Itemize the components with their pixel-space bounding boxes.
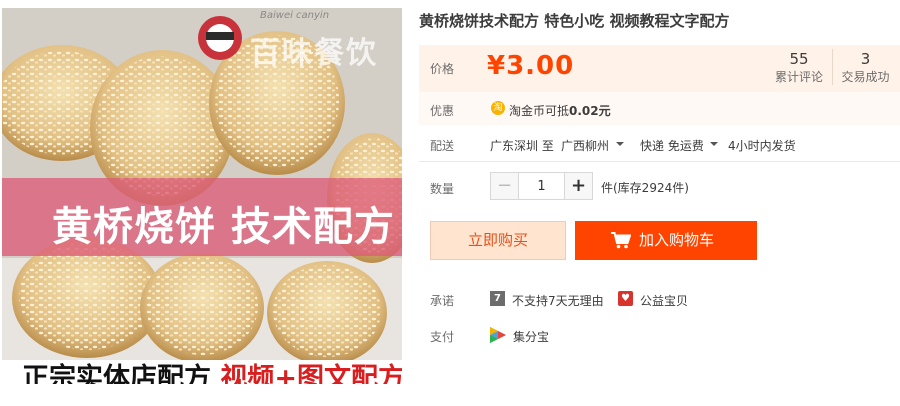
product-title: 黄桥烧饼技术配方 特色小吃 视频教程文字配方 — [419, 12, 730, 30]
shipping-row: 配送 广东深圳 至 广西柳州 快递 免运费 4小时内发货 — [419, 128, 900, 160]
cake-7 — [267, 261, 387, 365]
divider — [419, 161, 900, 162]
discount-box: 优惠 淘 淘金币可抵0.02元 — [419, 92, 900, 125]
cake-6 — [140, 253, 264, 363]
image-watermark: 百味餐饮 — [250, 36, 378, 71]
quantity-label: 数量 — [430, 182, 455, 196]
stock-text: 件(库存2924件) — [601, 181, 689, 195]
buy-now-button[interactable]: 立即购买 — [430, 221, 566, 260]
jifenbao-icon — [490, 327, 506, 343]
trades-count: 3 — [860, 50, 871, 68]
no-return-text[interactable]: 不支持7天无理由 — [512, 292, 604, 309]
price-value: ¥3.00 — [487, 51, 575, 81]
image-banner-text: 黄桥烧饼 技术配方 — [52, 204, 395, 250]
trades-label: 交易成功 — [841, 70, 890, 84]
cart-icon — [611, 232, 631, 249]
reviews-count: 55 — [789, 50, 809, 68]
seven-day-return-icon: 7 — [490, 291, 505, 306]
quantity-plus-button[interactable]: + — [564, 173, 592, 199]
shipping-method-select[interactable]: 快递 免运费 — [640, 137, 704, 154]
chevron-down-icon[interactable] — [710, 142, 718, 146]
add-to-cart-button[interactable]: 加入购物车 — [575, 221, 757, 260]
payment-method[interactable]: 集分宝 — [513, 328, 549, 345]
quantity-row: 数量 − + 件(库存2924件) — [419, 172, 900, 206]
chevron-down-icon[interactable] — [616, 142, 624, 146]
payment-label: 支付 — [430, 330, 455, 344]
shipping-label: 配送 — [430, 139, 455, 153]
charity-heart-icon: ♥ — [618, 291, 633, 306]
discount-label: 优惠 — [430, 104, 455, 118]
brand-logo — [198, 16, 242, 60]
price-box: 价格 ¥3.00 55 累计评论 3 交易成功 — [419, 45, 900, 92]
trades-stat: 3 交易成功 — [832, 49, 898, 85]
promise-label: 承诺 — [430, 294, 455, 308]
image-bottom-text-black: 正宗实体店配方 — [22, 363, 211, 385]
reviews-label: 累计评论 — [774, 70, 823, 84]
cake-5 — [12, 238, 162, 358]
product-image[interactable]: Baiwei canyin 百味餐饮 黄桥烧饼 技术配方 正宗实体店配方 视频+… — [2, 8, 402, 384]
image-bottom-text-red: 视频+图文配方 — [220, 363, 402, 385]
discount-text-prefix: 淘金币可抵 — [509, 104, 570, 118]
image-bottom-strip: 正宗实体店配方 视频+图文配方 — [2, 360, 402, 384]
shipping-destination-select[interactable]: 广西柳州 — [561, 137, 609, 154]
quantity-minus-button[interactable]: − — [491, 173, 519, 199]
add-to-cart-label: 加入购物车 — [639, 231, 715, 249]
discount-text: 淘金币可抵0.02元 — [509, 102, 611, 119]
price-label: 价格 — [430, 62, 455, 76]
taojinbi-coin-icon: 淘 — [491, 101, 505, 115]
discount-amount: 0.02元 — [569, 104, 611, 118]
image-bottom-text: 正宗实体店配方 视频+图文配方 — [22, 363, 402, 385]
image-watermark-small: Baiwei canyin — [260, 10, 330, 21]
shipping-origin: 广东深圳 至 — [490, 139, 554, 153]
quantity-stepper: − + — [490, 172, 593, 200]
reviews-stat[interactable]: 55 累计评论 — [766, 49, 832, 85]
charity-text[interactable]: 公益宝贝 — [640, 292, 688, 309]
quantity-input[interactable] — [519, 173, 564, 199]
shipping-dispatch-time: 4小时内发货 — [728, 139, 796, 153]
